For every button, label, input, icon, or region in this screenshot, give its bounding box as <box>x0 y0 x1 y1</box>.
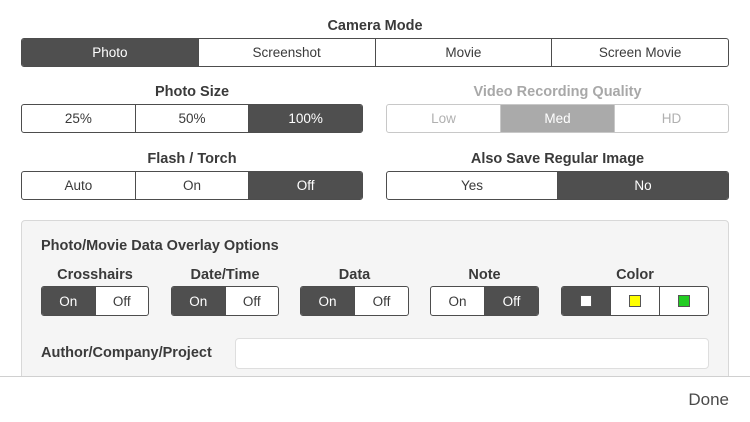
save-regular-no[interactable]: No <box>557 172 728 199</box>
white-swatch-icon <box>580 295 592 307</box>
camera-mode-movie[interactable]: Movie <box>374 39 552 66</box>
datetime-on[interactable]: On <box>172 287 225 315</box>
note-on[interactable]: On <box>431 287 484 315</box>
crosshairs-label: Crosshairs <box>57 267 133 283</box>
save-regular-yes[interactable]: Yes <box>387 172 557 199</box>
data-overlay-on[interactable]: On <box>301 287 354 315</box>
datetime-label: Date/Time <box>190 267 260 283</box>
note-control: On Off <box>430 286 539 316</box>
note-label: Note <box>468 267 501 283</box>
camera-mode-control: Photo Screenshot Movie Screen Movie <box>21 38 729 67</box>
camera-mode-label: Camera Mode <box>327 18 423 34</box>
color-option-green[interactable] <box>659 287 708 315</box>
bottom-bar <box>0 376 750 422</box>
data-overlay-control: On Off <box>300 286 409 316</box>
color-label: Color <box>616 267 654 283</box>
datetime-off[interactable]: Off <box>224 287 279 315</box>
video-quality-label: Video Recording Quality <box>473 84 642 100</box>
photo-size-label: Photo Size <box>154 84 230 100</box>
flash-torch-control: Auto On Off <box>21 171 363 200</box>
camera-mode-screenshot[interactable]: Screenshot <box>197 39 375 66</box>
color-option-yellow[interactable] <box>610 287 659 315</box>
save-regular-label: Also Save Regular Image <box>470 151 645 167</box>
flash-on[interactable]: On <box>134 172 249 199</box>
crosshairs-control: On Off <box>41 286 149 316</box>
crosshairs-on[interactable]: On <box>42 287 95 315</box>
save-regular-control: Yes No <box>386 171 729 200</box>
datetime-control: On Off <box>171 286 279 316</box>
green-swatch-icon <box>678 295 690 307</box>
flash-off[interactable]: Off <box>248 172 362 199</box>
photo-size-100[interactable]: 100% <box>248 105 362 132</box>
flash-auto[interactable]: Auto <box>22 172 135 199</box>
video-quality-control: Low Med HD <box>386 104 729 133</box>
color-control <box>561 286 709 316</box>
data-overlay-off[interactable]: Off <box>354 287 408 315</box>
note-off[interactable]: Off <box>484 287 538 315</box>
author-label: Author/Company/Project <box>41 345 212 361</box>
photo-size-25[interactable]: 25% <box>22 105 135 132</box>
done-button[interactable]: Done <box>688 390 729 410</box>
camera-mode-photo[interactable]: Photo <box>22 39 198 66</box>
data-overlay-label: Data <box>338 267 371 283</box>
yellow-swatch-icon <box>629 295 641 307</box>
photo-size-control: 25% 50% 100% <box>21 104 363 133</box>
video-quality-med: Med <box>500 105 614 132</box>
camera-mode-screen-movie[interactable]: Screen Movie <box>551 39 728 66</box>
photo-size-50[interactable]: 50% <box>134 105 249 132</box>
overlay-options-title: Photo/Movie Data Overlay Options <box>41 238 279 254</box>
video-quality-hd: HD <box>614 105 728 132</box>
crosshairs-off[interactable]: Off <box>94 287 149 315</box>
color-option-white[interactable] <box>562 287 610 315</box>
author-input[interactable] <box>235 338 709 369</box>
flash-torch-label: Flash / Torch <box>147 151 237 167</box>
video-quality-low: Low <box>431 111 456 126</box>
